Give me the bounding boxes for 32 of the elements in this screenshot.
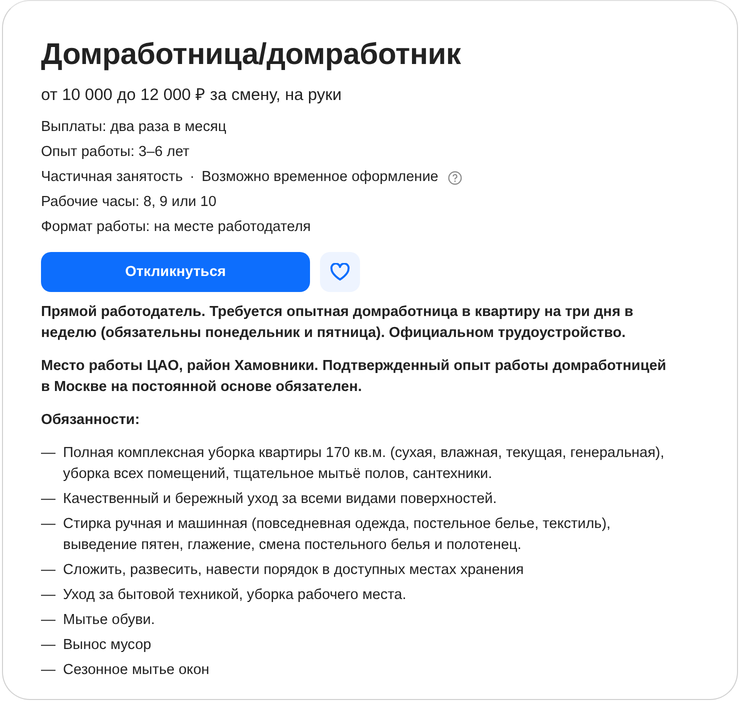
duty-text: Сезонное мытье окон: [63, 661, 210, 680]
description-paragraph: Прямой работодатель. Требуется опытная домработница в квартиру на три дня в неделю (обязательны понедельник и пятница). Официальном трудоустройство.: [41, 303, 634, 343]
section-heading: Обязанности:: [41, 411, 141, 430]
list-dash: —: [41, 444, 56, 463]
detail-text: Опыт работы: 3–6 лет: [41, 143, 190, 162]
detail-text: Формат работы: на месте работодателя: [41, 218, 311, 237]
duty-text: Вынос мусор: [63, 636, 152, 655]
list-dash: —: [41, 636, 56, 655]
duty-text: Уход за бытовой техникой, уборка рабочего места.: [63, 586, 406, 605]
list-dash: —: [41, 490, 56, 509]
apply-button[interactable]: Откликнуться: [41, 252, 310, 292]
detail-text: Частичная занятость: [41, 168, 183, 187]
detail-text: ·: [190, 168, 195, 187]
job-title: Домработница/домработник: [41, 37, 462, 73]
list-dash: —: [41, 561, 56, 580]
duty-text: Качественный и бережный уход за всеми видами поверхностей.: [63, 490, 497, 509]
detail-text: Возможно временное оформление: [202, 168, 438, 187]
favorite-button[interactable]: [320, 252, 360, 292]
list-dash: —: [41, 661, 56, 680]
list-dash: —: [41, 611, 56, 630]
detail-text: Рабочие часы: 8, 9 или 10: [41, 193, 216, 212]
duty-text: Стирка ручная и машинная (повседневная одежда, постельное белье, текстиль), выведение пятен, глажение, смена постельного белья и полотенец.: [63, 515, 612, 555]
help-icon[interactable]: [448, 170, 462, 184]
duty-text: Сложить, развесить, навести порядок в доступных местах хранения: [63, 561, 524, 580]
heart-icon: [330, 263, 350, 281]
duty-text: Мытье обуви.: [63, 611, 155, 630]
description-paragraph: Место работы ЦАО, район Хамовники. Подтвержденный опыт работы домработницей в Москве на постоянной основе обязателен.: [41, 357, 668, 397]
salary-text: от 10 000 до 12 000 ₽ за смену, на руки: [41, 85, 343, 106]
list-dash: —: [41, 515, 56, 534]
detail-text: Выплаты: два раза в месяц: [41, 118, 226, 137]
list-dash: —: [41, 586, 56, 605]
duty-text: Полная комплексная уборка квартиры 170 кв.м. (сухая, влажная, текущая, генеральная), уборка всех помещений, тщательное мытьё полов, сантехники.: [63, 444, 666, 484]
